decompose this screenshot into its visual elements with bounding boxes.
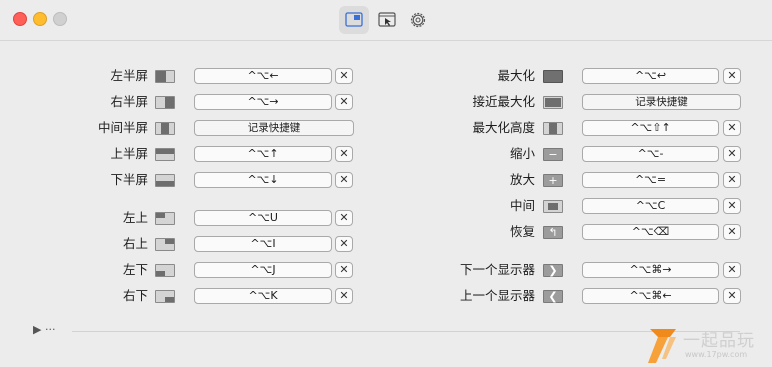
tab-general[interactable] — [403, 6, 433, 34]
label-enlarge: 放大 — [509, 172, 535, 187]
clear-button-restore[interactable]: ✕ — [723, 224, 741, 240]
shortcut-field-center[interactable]: ^⌥C — [582, 198, 719, 214]
title-bar — [0, 0, 772, 41]
shortcut-field-top-right[interactable]: ^⌥I — [194, 236, 332, 252]
label-center: 中间 — [509, 198, 535, 213]
label-restore: 恢复 — [509, 224, 535, 239]
clear-button-top-left[interactable]: ✕ — [335, 210, 353, 226]
close-window-button[interactable] — [13, 12, 27, 26]
label-bottom-right: 右下 — [122, 288, 148, 303]
watermark-url: www.17pw.com — [685, 350, 748, 359]
gear-icon — [410, 12, 426, 28]
clear-button-enlarge[interactable]: ✕ — [723, 172, 741, 188]
label-maximize: 最大化 — [497, 68, 535, 83]
more-options-disclosure[interactable]: ▶ ··· — [33, 323, 55, 336]
record-shortcut-almost-maximize[interactable]: 记录快捷键 — [582, 94, 741, 110]
previous-display-icon: ❮ — [543, 290, 563, 303]
label-left-half: 左半屏 — [110, 68, 148, 83]
clear-button-right-half[interactable]: ✕ — [335, 94, 353, 110]
label-center-half: 中间半屏 — [97, 120, 148, 135]
right-half-icon — [155, 96, 175, 109]
tab-snap-areas[interactable] — [372, 6, 402, 34]
label-maximize-height: 最大化高度 — [472, 120, 535, 135]
enlarge-icon: + — [543, 174, 563, 187]
clear-button-next-display[interactable]: ✕ — [723, 262, 741, 278]
clear-button-previous-display[interactable]: ✕ — [723, 288, 741, 304]
label-bottom-left: 左下 — [122, 262, 148, 277]
label-bottom-half: 下半屏 — [110, 172, 148, 187]
left-half-icon — [155, 70, 175, 83]
shortcut-field-shrink[interactable]: ^⌥- — [582, 146, 719, 162]
top-left-icon — [155, 212, 175, 225]
preferences-window: 左半屏 ^⌥← ✕ 右半屏 ^⌥→ ✕ 中间半屏 记录快捷键 上半屏 ^⌥↑ ✕… — [0, 0, 772, 367]
label-top-half: 上半屏 — [110, 146, 148, 161]
minimize-window-button[interactable] — [33, 12, 47, 26]
record-shortcut-center-half[interactable]: 记录快捷键 — [194, 120, 354, 136]
clear-button-top-half[interactable]: ✕ — [335, 146, 353, 162]
shortcut-field-right-half[interactable]: ^⌥→ — [194, 94, 332, 110]
bottom-right-icon — [155, 290, 175, 303]
zoom-window-button[interactable] — [53, 12, 67, 26]
clear-button-shrink[interactable]: ✕ — [723, 146, 741, 162]
clear-button-top-right[interactable]: ✕ — [335, 236, 353, 252]
shortcut-field-bottom-half[interactable]: ^⌥↓ — [194, 172, 332, 188]
restore-icon: ↰ — [543, 226, 563, 239]
maximize-height-icon — [543, 122, 563, 135]
clear-button-bottom-half[interactable]: ✕ — [335, 172, 353, 188]
bottom-half-icon — [155, 174, 175, 187]
shrink-icon: − — [543, 148, 563, 161]
shortcut-field-bottom-right[interactable]: ^⌥K — [194, 288, 332, 304]
label-top-left: 左上 — [122, 210, 148, 225]
watermark-logo — [648, 329, 676, 363]
footer-divider — [72, 331, 740, 332]
tab-shortcuts[interactable] — [339, 6, 369, 34]
shortcut-field-maximize[interactable]: ^⌥↩ — [582, 68, 719, 84]
shortcut-field-previous-display[interactable]: ^⌥⌘← — [582, 288, 719, 304]
shortcut-field-restore[interactable]: ^⌥⌫ — [582, 224, 719, 240]
shortcut-field-maximize-height[interactable]: ^⌥⇧↑ — [582, 120, 719, 136]
bottom-left-icon — [155, 264, 175, 277]
clear-button-bottom-right[interactable]: ✕ — [335, 288, 353, 304]
shortcut-field-top-left[interactable]: ^⌥U — [194, 210, 332, 226]
label-previous-display: 上一个显示器 — [459, 288, 535, 303]
almost-maximize-icon — [543, 96, 563, 109]
shortcut-field-top-half[interactable]: ^⌥↑ — [194, 146, 332, 162]
clear-button-bottom-left[interactable]: ✕ — [335, 262, 353, 278]
window-snap-icon — [345, 12, 363, 27]
center-half-icon — [155, 122, 175, 135]
clear-button-maximize[interactable]: ✕ — [723, 68, 741, 84]
top-half-icon — [155, 148, 175, 161]
maximize-icon — [543, 70, 563, 83]
label-shrink: 缩小 — [509, 146, 535, 161]
shortcut-field-left-half[interactable]: ^⌥← — [194, 68, 332, 84]
label-top-right: 右上 — [122, 236, 148, 251]
watermark-text: 一起品玩 — [683, 331, 755, 351]
label-right-half: 右半屏 — [110, 94, 148, 109]
clear-button-center[interactable]: ✕ — [723, 198, 741, 214]
shortcut-field-enlarge[interactable]: ^⌥= — [582, 172, 719, 188]
top-right-icon — [155, 238, 175, 251]
label-almost-maximize: 接近最大化 — [472, 94, 535, 109]
clear-button-left-half[interactable]: ✕ — [335, 68, 353, 84]
clear-button-maximize-height[interactable]: ✕ — [723, 120, 741, 136]
cursor-window-icon — [378, 12, 396, 27]
next-display-icon: ❯ — [543, 264, 563, 277]
shortcut-field-next-display[interactable]: ^⌥⌘→ — [582, 262, 719, 278]
center-icon — [543, 200, 563, 213]
label-next-display: 下一个显示器 — [459, 262, 535, 277]
shortcut-field-bottom-left[interactable]: ^⌥J — [194, 262, 332, 278]
